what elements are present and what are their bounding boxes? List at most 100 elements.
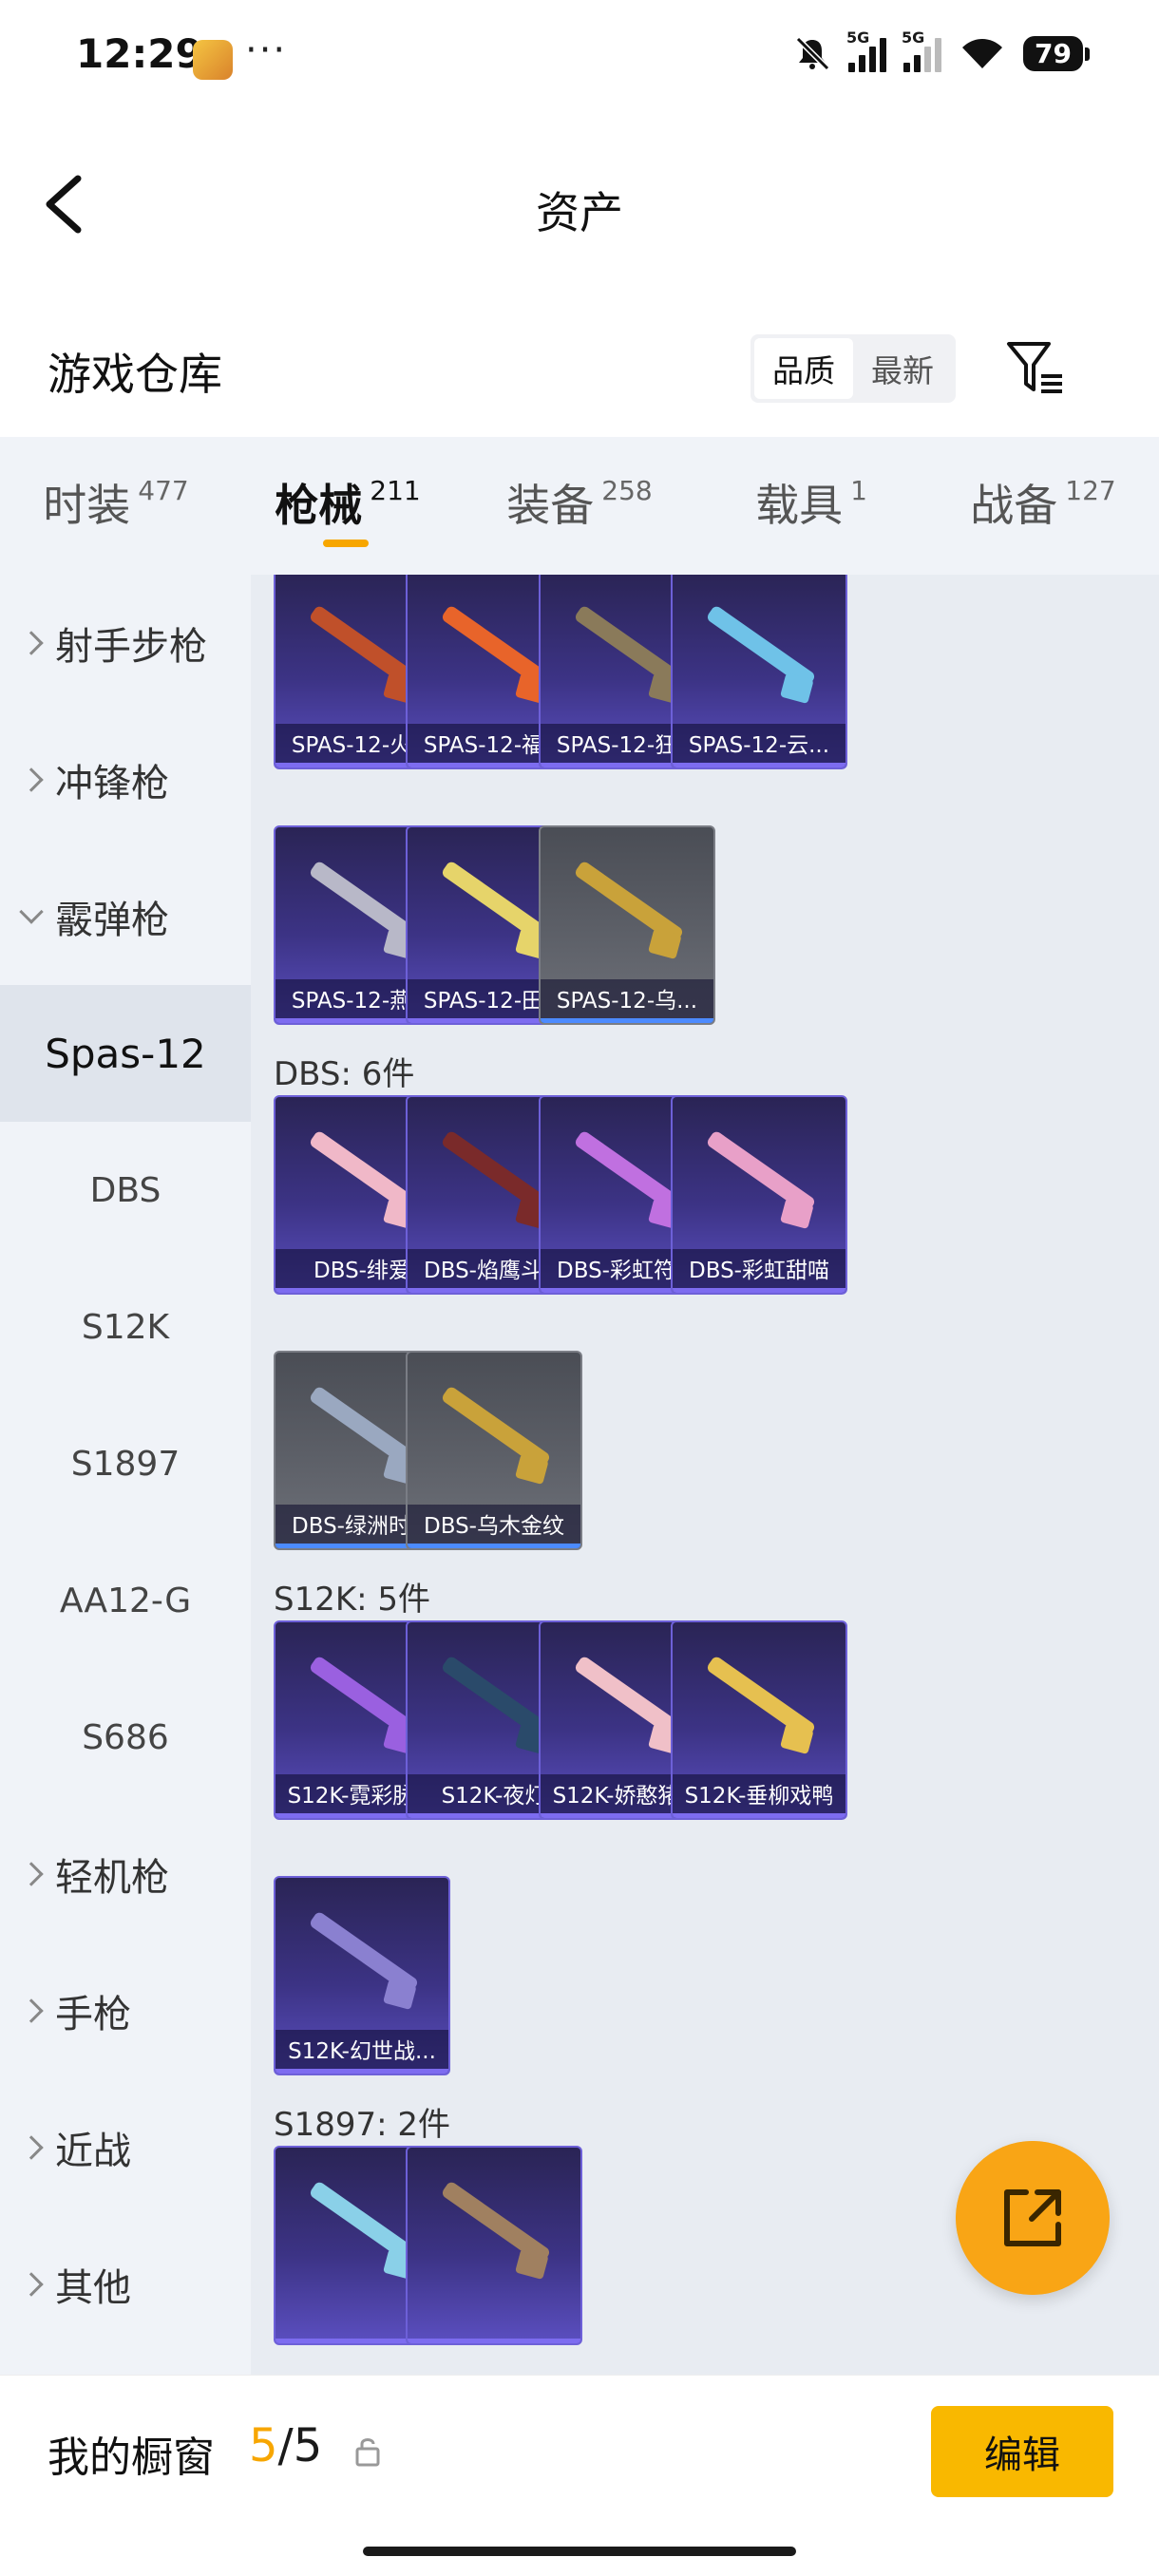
sidebar-item-aa12g[interactable]: AA12-G bbox=[0, 1532, 251, 1669]
page-title: 资产 bbox=[536, 187, 623, 238]
gun-skin-image bbox=[440, 604, 552, 690]
rarity-bar bbox=[673, 1813, 846, 1818]
skin-card[interactable]: S12K-幻世战... bbox=[274, 1876, 450, 2075]
rarity-bar bbox=[673, 1288, 846, 1293]
status-bar: 12:29 ··· 5G 5G 79 bbox=[0, 0, 1159, 114]
sidebar-item-label: S686 bbox=[82, 1717, 169, 1757]
home-indicator[interactable] bbox=[363, 2547, 796, 2556]
sidebar-item-s686[interactable]: S686 bbox=[0, 1669, 251, 1806]
wifi-icon bbox=[962, 39, 1003, 68]
tab-label: 枪械 bbox=[275, 480, 363, 531]
active-tab-indicator bbox=[323, 540, 369, 547]
sort-newest-button[interactable]: 最新 bbox=[853, 338, 952, 399]
sort-quality-button[interactable]: 品质 bbox=[754, 338, 853, 399]
tab-count: 258 bbox=[601, 475, 653, 506]
sidebar-item-label: S12K bbox=[81, 1307, 170, 1347]
sidebar-item-shotgun[interactable]: 霰弹枪 bbox=[0, 848, 251, 985]
chevron-right-icon bbox=[19, 767, 44, 792]
sidebar-item-s1897[interactable]: S1897 bbox=[0, 1395, 251, 1532]
showcase-current: 5 bbox=[249, 2419, 278, 2472]
tab-label: 装备 bbox=[506, 480, 595, 531]
sort-toggle: 品质 最新 bbox=[750, 334, 956, 403]
rarity-bar bbox=[673, 763, 846, 767]
section-title: DBS: 6件 bbox=[274, 1055, 415, 1093]
status-time: 12:29 bbox=[76, 30, 203, 77]
gun-skin-image bbox=[308, 1655, 420, 1740]
tab-fashion[interactable]: 时装 477 bbox=[0, 437, 232, 575]
sidebar-item-smg[interactable]: 冲锋枪 bbox=[0, 711, 251, 848]
tab-count: 127 bbox=[1065, 475, 1116, 506]
tab-count: 477 bbox=[138, 475, 189, 506]
skin-card-label: SPAS-12-乌... bbox=[541, 979, 713, 1023]
rarity-bar bbox=[408, 2339, 580, 2343]
gun-skin-image bbox=[705, 1655, 817, 1740]
gun-skin-image bbox=[440, 860, 552, 945]
warehouse-title: 游戏仓库 bbox=[48, 349, 222, 400]
skin-card[interactable]: S12K-垂柳戏鸭 bbox=[671, 1620, 847, 1820]
gun-skin-image bbox=[705, 1129, 817, 1215]
showcase-bar: 我的橱窗 5/5 编辑 bbox=[0, 2375, 1159, 2576]
tab-equipment[interactable]: 装备 258 bbox=[464, 437, 695, 575]
sidebar-item-label: Spas-12 bbox=[45, 1030, 206, 1077]
gun-skin-image bbox=[308, 1129, 420, 1215]
sidebar-item-label: 射手步枪 bbox=[55, 625, 207, 669]
gun-skin-image bbox=[573, 1129, 685, 1215]
sidebar-item-dbs[interactable]: DBS bbox=[0, 1122, 251, 1259]
skin-card-label: SPAS-12-云... bbox=[673, 724, 846, 767]
skin-card[interactable]: SPAS-12-乌... bbox=[539, 825, 715, 1025]
gun-skin-image bbox=[573, 604, 685, 690]
skin-card-label: DBS-彩虹甜喵 bbox=[673, 1249, 846, 1293]
gun-skin-image bbox=[705, 604, 817, 690]
share-button[interactable] bbox=[956, 2141, 1110, 2295]
gun-skin-image bbox=[308, 2180, 420, 2265]
category-tabs: 时装 477 枪械 211 装备 258 载具 1 战备 127 bbox=[0, 437, 1159, 575]
sidebar-item-spas12[interactable]: Spas-12 bbox=[0, 985, 251, 1122]
edit-button[interactable]: 编辑 bbox=[931, 2406, 1113, 2497]
rarity-bar bbox=[541, 1018, 713, 1023]
chevron-right-icon bbox=[19, 2135, 44, 2160]
skin-card-label: DBS-乌木金纹 bbox=[408, 1505, 580, 1548]
mute-icon bbox=[795, 36, 830, 71]
weapon-category-sidebar: 射手步枪 冲锋枪 霰弹枪 Spas-12 DBS S12K S1897 AA12… bbox=[0, 575, 251, 2375]
skin-card[interactable]: SPAS-12-云... bbox=[671, 575, 847, 769]
sidebar-item-pistol[interactable]: 手枪 bbox=[0, 1942, 251, 2079]
sidebar-item-label: 近战 bbox=[55, 2130, 131, 2173]
lock-icon bbox=[355, 2438, 380, 2467]
section-title: S12K: 5件 bbox=[274, 1581, 431, 1619]
filter-icon[interactable] bbox=[1005, 338, 1066, 399]
tab-count: 211 bbox=[370, 475, 421, 506]
sidebar-item-lmg[interactable]: 轻机枪 bbox=[0, 1806, 251, 1942]
sidebar-item-melee[interactable]: 近战 bbox=[0, 2079, 251, 2216]
chevron-right-icon bbox=[19, 1998, 44, 2023]
tab-count: 1 bbox=[850, 475, 867, 506]
tab-firearms[interactable]: 枪械 211 bbox=[232, 437, 464, 575]
skin-card-label: S12K-幻世战... bbox=[276, 2030, 448, 2074]
section-title: S1897: 2件 bbox=[274, 2106, 451, 2144]
gun-skin-image bbox=[573, 860, 685, 945]
tab-supplies[interactable]: 战备 127 bbox=[927, 437, 1159, 575]
sidebar-item-other[interactable]: 其他 bbox=[0, 2216, 251, 2353]
chevron-right-icon bbox=[19, 2272, 44, 2297]
more-notifications-icon: ··· bbox=[245, 28, 288, 72]
signal-icon-2: 5G bbox=[902, 28, 942, 72]
sidebar-item-label: 轻机枪 bbox=[55, 1856, 169, 1900]
skin-card[interactable]: DBS-乌木金纹 bbox=[406, 1351, 582, 1550]
tab-vehicles[interactable]: 载具 1 bbox=[695, 437, 927, 575]
sidebar-item-label: DBS bbox=[89, 1170, 162, 1210]
tab-label: 战备 bbox=[970, 480, 1058, 531]
sidebar-item-s12k[interactable]: S12K bbox=[0, 1259, 251, 1395]
network-type-2: 5G bbox=[902, 28, 925, 47]
skin-grid: SPAS-12-火... SPAS-12-福... SPAS-12-狂... SPAS… bbox=[251, 575, 1159, 2375]
tab-label: 载具 bbox=[755, 480, 844, 531]
battery-indicator: 79 bbox=[1023, 35, 1090, 71]
skin-card[interactable] bbox=[406, 2146, 582, 2345]
header: 资产 bbox=[0, 142, 1159, 266]
gun-skin-image bbox=[308, 1910, 420, 1996]
gun-skin-image bbox=[308, 1385, 420, 1470]
skin-card[interactable]: DBS-彩虹甜喵 bbox=[671, 1095, 847, 1295]
warehouse-row: 游戏仓库 品质 最新 bbox=[0, 304, 1159, 427]
status-icons: 5G 5G 79 bbox=[793, 28, 1090, 72]
chevron-right-icon bbox=[19, 1862, 44, 1886]
chevron-right-icon bbox=[19, 631, 44, 655]
sidebar-item-marksman-rifle[interactable]: 射手步枪 bbox=[0, 575, 251, 711]
